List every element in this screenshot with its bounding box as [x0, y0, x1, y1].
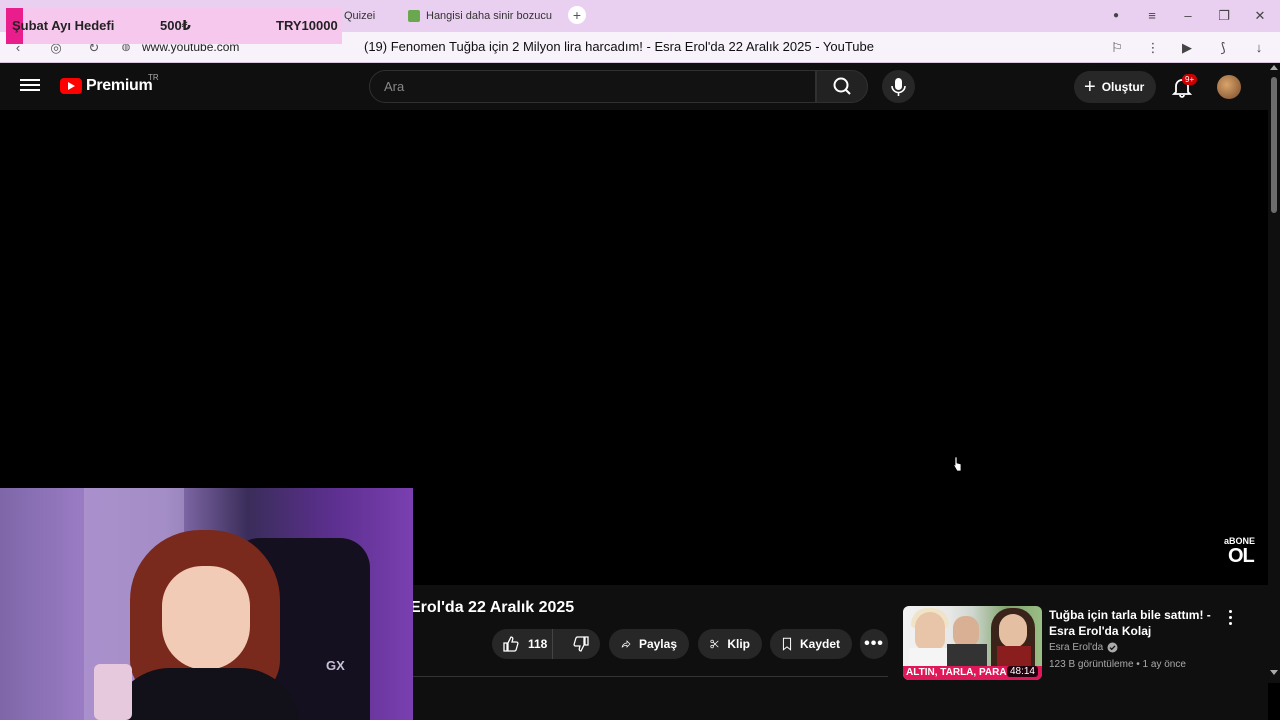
- recommended-channel[interactable]: Esra Erol'da: [1049, 642, 1118, 653]
- donation-label: Şubat Ayı Hedefi: [12, 18, 115, 33]
- more-vertical-icon[interactable]: ⋮: [1144, 39, 1162, 57]
- clip-button[interactable]: Klip: [698, 629, 762, 659]
- like-button[interactable]: 118: [492, 629, 554, 659]
- share-label: Paylaş: [638, 637, 677, 651]
- save-label: Kaydet: [799, 637, 840, 651]
- create-label: Oluştur: [1101, 80, 1145, 94]
- hamburger-menu-icon[interactable]: [20, 76, 40, 96]
- region-code: TR: [148, 73, 159, 82]
- ol-text: OL: [1228, 545, 1255, 567]
- new-tab-button[interactable]: +: [568, 6, 586, 24]
- tab-label: Quizei: [344, 10, 376, 22]
- recommended-thumbnail[interactable]: ALTIN, TARLA, PARA 48:14: [903, 606, 1042, 680]
- profile-icon[interactable]: ●: [1104, 6, 1128, 26]
- video-title: Erol'da 22 Aralık 2025: [410, 599, 575, 616]
- page-scrollbar[interactable]: [1268, 63, 1280, 683]
- search-input[interactable]: [370, 71, 815, 102]
- scissors-icon: [710, 639, 719, 649]
- notification-badge: 9+: [1182, 74, 1198, 85]
- save-button[interactable]: Kaydet: [770, 629, 852, 659]
- logo-text: Premium: [86, 77, 153, 94]
- streamer-face: [162, 566, 250, 670]
- search-icon: [833, 77, 851, 95]
- hand-cursor-icon: [952, 456, 962, 472]
- menu-lines-icon[interactable]: ≡: [1140, 6, 1164, 26]
- like-dislike-group: 118: [492, 629, 600, 659]
- close-window-icon[interactable]: ✕: [1248, 6, 1272, 26]
- tab-quizei[interactable]: Quizei: [344, 6, 375, 26]
- video-popout-icon[interactable]: ▶: [1178, 39, 1196, 57]
- scrollbar-thumb[interactable]: [1271, 77, 1277, 213]
- avatar[interactable]: [1217, 75, 1241, 99]
- video-menu-icon[interactable]: [1226, 609, 1234, 625]
- restore-icon[interactable]: ❐: [1212, 6, 1236, 26]
- webcam-overlay: GX: [0, 488, 413, 720]
- donation-goal-widget: Şubat Ayı Hedefi 500₺ TRY10000: [6, 8, 342, 44]
- voice-search-button[interactable]: [882, 70, 915, 103]
- microphone: [94, 664, 132, 720]
- subscribe-watermark[interactable]: aBONE OL: [1222, 536, 1260, 568]
- recommended-meta: 123 B görüntüleme • 1 ay önce: [1049, 659, 1186, 670]
- plus-icon: +: [1084, 76, 1096, 98]
- thumbs-down-icon: [573, 636, 589, 652]
- chair-logo: GX: [326, 658, 345, 673]
- youtube-header: Premium TR + Oluştur 9+: [0, 63, 1268, 110]
- youtube-premium-logo[interactable]: Premium TR: [60, 73, 159, 95]
- bookmark-icon[interactable]: ⚐: [1108, 39, 1126, 57]
- divider: [412, 676, 888, 677]
- tab-label: Hangisi daha sinir bozucu: [426, 10, 552, 22]
- verified-check-icon: [1107, 642, 1118, 653]
- tab-hangisi[interactable]: Hangisi daha sinir bozucu: [408, 6, 552, 26]
- video-duration: 48:14: [1006, 666, 1038, 677]
- create-button[interactable]: + Oluştur: [1074, 71, 1156, 103]
- like-count: 118: [528, 637, 548, 651]
- more-actions-button[interactable]: •••: [860, 629, 888, 659]
- page-title: (19) Fenomen Tuğba için 2 Milyon lira ha…: [364, 39, 874, 54]
- search-button[interactable]: [816, 70, 868, 103]
- share-arrow-icon: [621, 640, 631, 648]
- extension-icon[interactable]: ⟆: [1214, 39, 1232, 57]
- download-icon[interactable]: ↓: [1250, 39, 1268, 57]
- clip-label: Klip: [727, 637, 750, 651]
- scroll-down-icon[interactable]: [1270, 670, 1278, 675]
- share-button[interactable]: Paylaş: [609, 629, 689, 659]
- thumbs-up-icon: [503, 636, 519, 652]
- donation-target: TRY10000: [276, 18, 338, 33]
- bookmark-save-icon: [782, 637, 792, 651]
- minimize-icon[interactable]: –: [1176, 6, 1200, 26]
- more-horizontal-icon: •••: [864, 635, 884, 652]
- microphone-icon: [891, 78, 906, 96]
- youtube-play-icon: [60, 78, 82, 94]
- scroll-up-icon[interactable]: [1270, 65, 1278, 70]
- channel-name: Esra Erol'da: [1049, 642, 1104, 653]
- tab-favicon-icon: [408, 10, 420, 22]
- dislike-button[interactable]: [561, 629, 600, 659]
- recommended-title[interactable]: Tuğba için tarla bile sattım! - Esra Ero…: [1049, 607, 1219, 639]
- donation-current: 500₺: [160, 18, 191, 33]
- search-box: [369, 70, 816, 103]
